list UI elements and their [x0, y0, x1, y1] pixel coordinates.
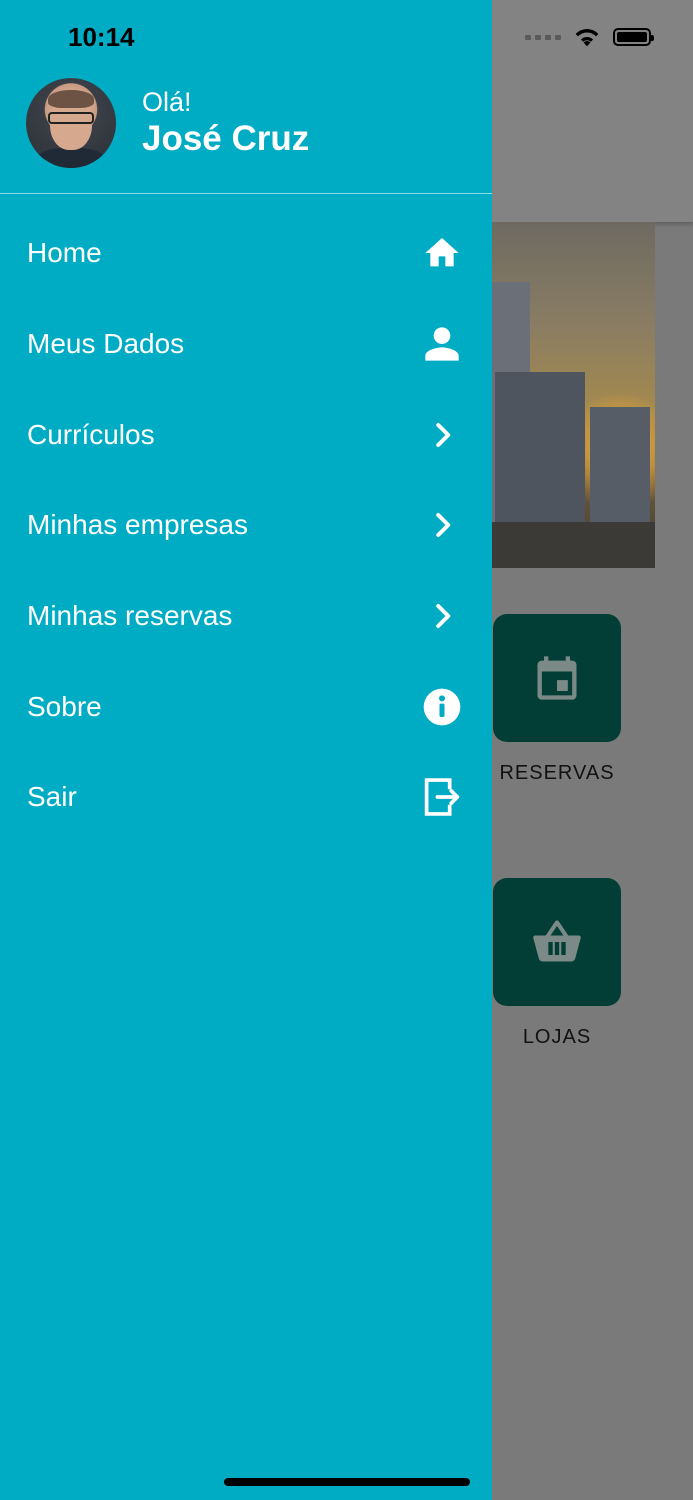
- person-icon: [422, 324, 462, 364]
- menu-item-sair[interactable]: Sair: [0, 752, 492, 843]
- battery-icon: [613, 28, 654, 46]
- home-icon: [422, 233, 462, 273]
- menu-item-label: Sobre: [27, 690, 102, 722]
- logout-icon: [422, 777, 462, 817]
- navigation-drawer: 10:14 Olá! José Cruz Home Meus Dados Cur…: [0, 0, 492, 1500]
- wifi-icon: [575, 29, 599, 47]
- menu-item-minhas-empresas[interactable]: Minhas empresas: [0, 480, 492, 571]
- drawer-menu: Home Meus Dados Currículos Minhas empres…: [0, 208, 492, 843]
- home-indicator: [224, 1478, 470, 1486]
- profile-header: Olá! José Cruz: [26, 78, 309, 168]
- chevron-right-icon: [422, 505, 462, 545]
- calendar-icon: [537, 656, 577, 700]
- menu-item-label: Meus Dados: [27, 328, 185, 360]
- menu-item-label: Currículos: [27, 418, 155, 450]
- lojas-tile[interactable]: [493, 878, 621, 1006]
- menu-item-home[interactable]: Home: [0, 208, 492, 299]
- status-time: 10:14: [68, 22, 135, 52]
- user-name: José Cruz: [142, 119, 310, 158]
- avatar: [26, 78, 116, 168]
- divider: [0, 193, 492, 194]
- menu-item-curriculos[interactable]: Currículos: [0, 389, 492, 480]
- info-icon: [422, 687, 462, 727]
- menu-item-label: Sair: [27, 781, 77, 813]
- menu-item-sobre[interactable]: Sobre: [0, 661, 492, 752]
- menu-item-label: Home: [27, 237, 102, 269]
- menu-item-label: Minhas empresas: [27, 509, 248, 541]
- chevron-right-icon: [422, 415, 462, 455]
- basket-icon: [533, 920, 581, 962]
- menu-item-minhas-reservas[interactable]: Minhas reservas: [0, 571, 492, 662]
- menu-item-label: Minhas reservas: [27, 600, 233, 632]
- chevron-right-icon: [422, 596, 462, 636]
- status-indicators: [525, 26, 654, 48]
- greeting-text: Olá!: [142, 87, 192, 117]
- reservas-label: RESERVAS: [499, 762, 615, 784]
- lojas-label: LOJAS: [522, 1026, 592, 1048]
- cellular-signal-icon: [525, 34, 561, 40]
- menu-item-meus-dados[interactable]: Meus Dados: [0, 299, 492, 390]
- reservas-tile[interactable]: [493, 614, 621, 742]
